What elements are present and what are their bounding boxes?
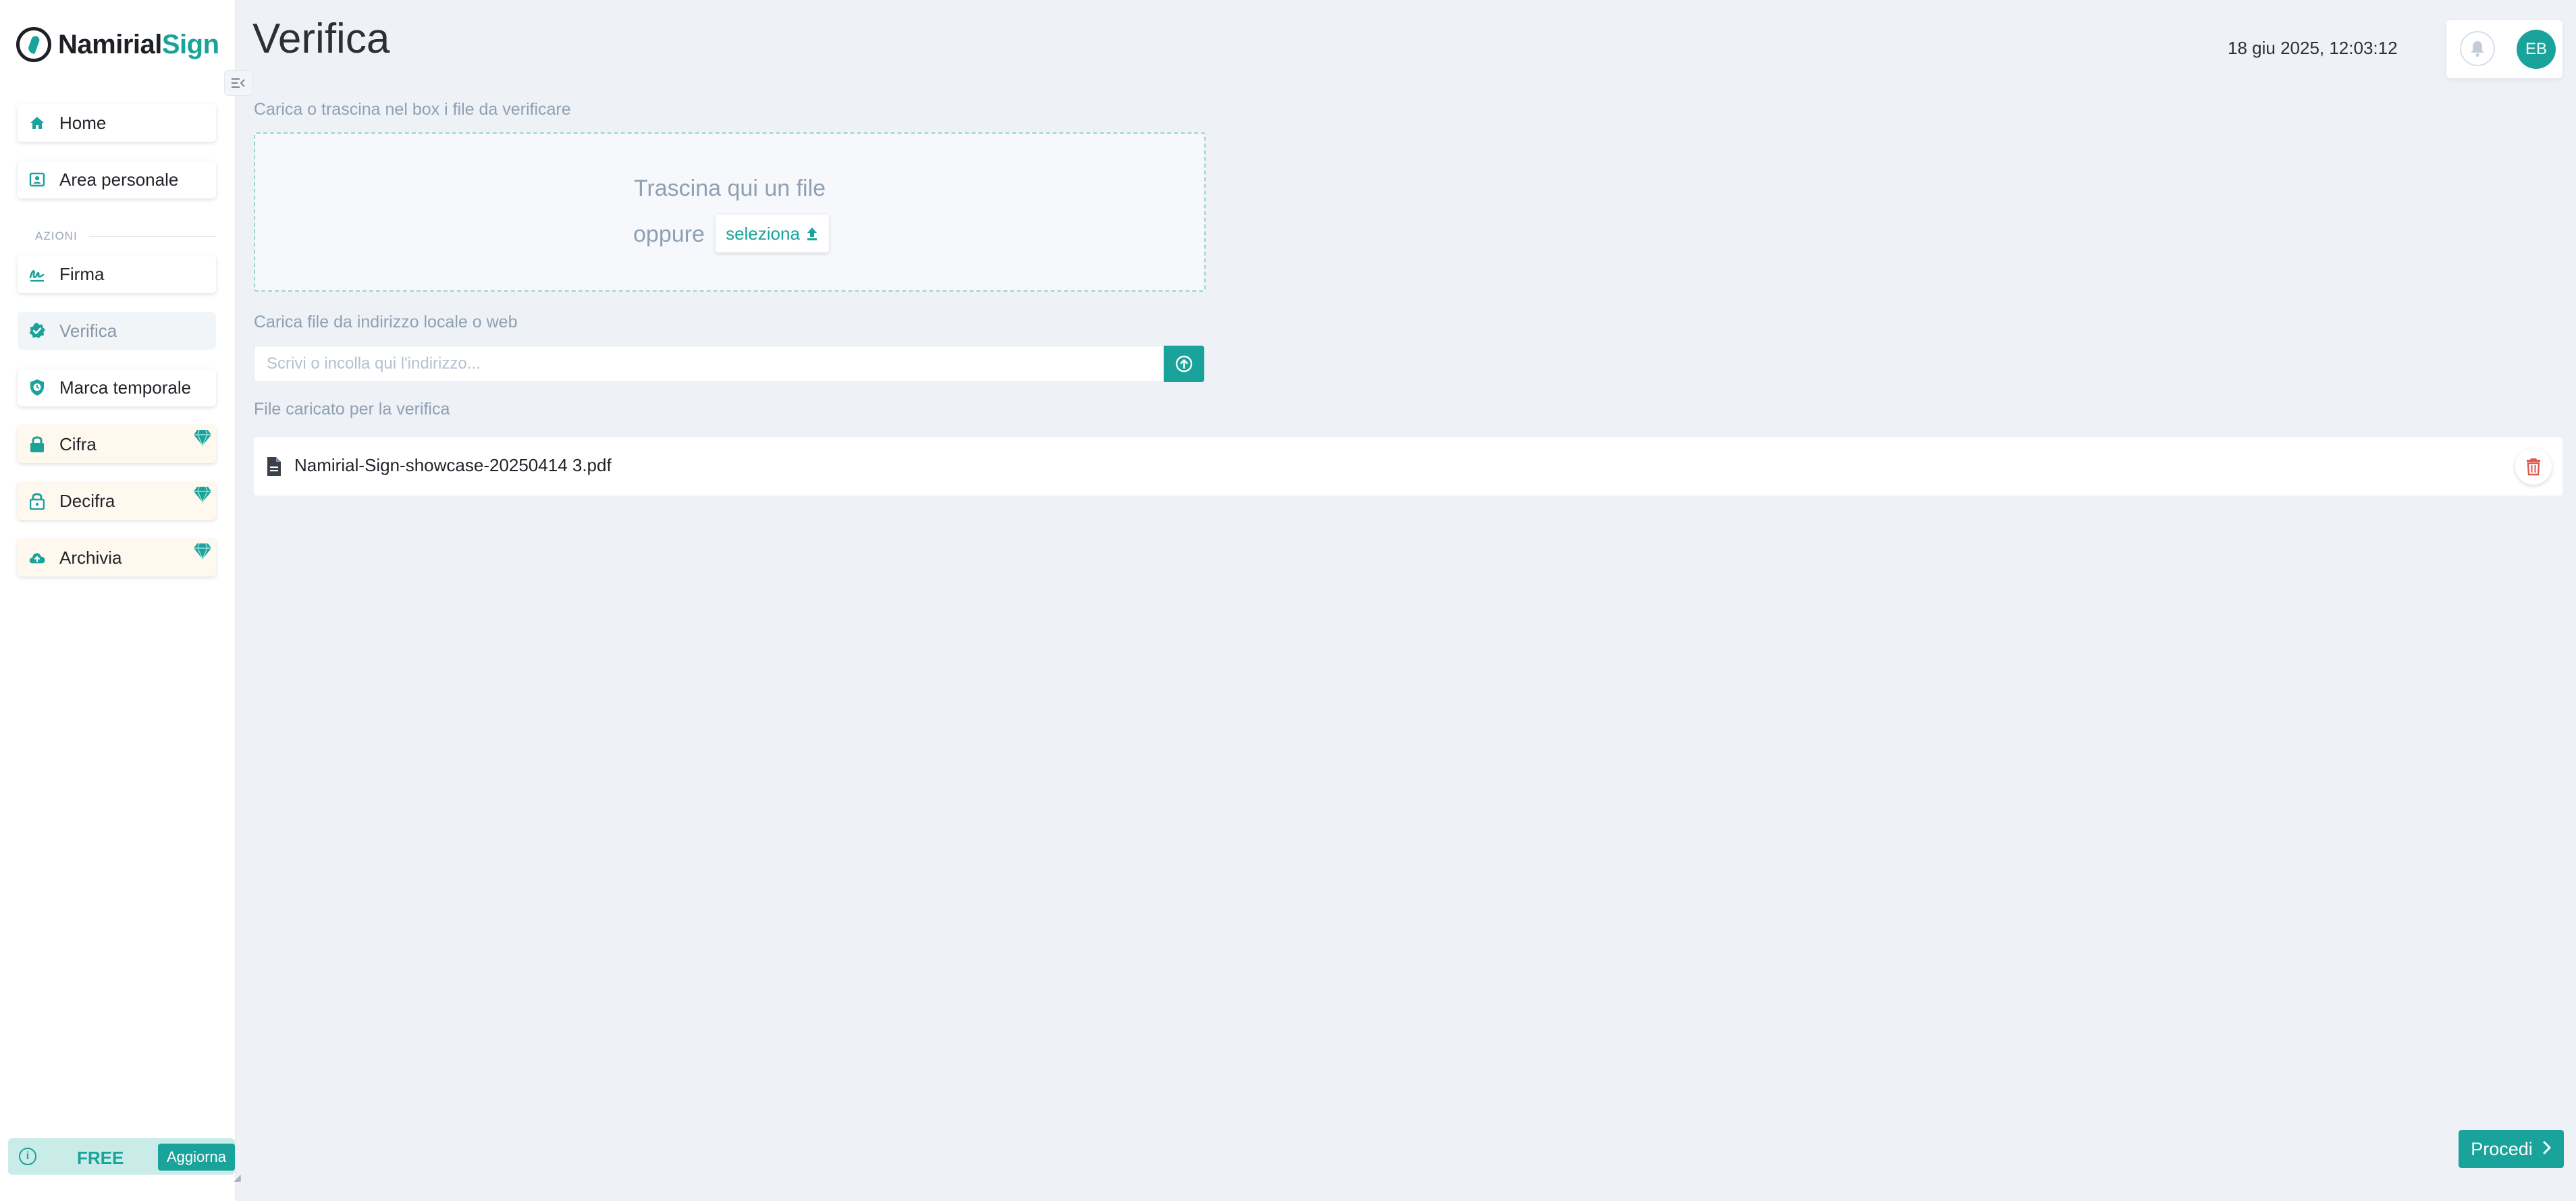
- app-logo[interactable]: NamirialSign: [16, 24, 219, 65]
- logo-mark-icon: [16, 27, 51, 62]
- dropzone-or-text: oppure: [633, 221, 705, 247]
- upgrade-button[interactable]: Aggiorna: [158, 1144, 235, 1171]
- info-icon[interactable]: i: [19, 1148, 36, 1165]
- logo-text: NamirialSign: [58, 29, 219, 59]
- lock-icon: [28, 435, 46, 453]
- premium-gem-icon: [194, 429, 211, 447]
- avatar[interactable]: EB: [2517, 30, 2556, 69]
- sidebar-item-label: Decifra: [59, 490, 115, 511]
- sidebar-item-cifra[interactable]: Cifra: [18, 425, 216, 463]
- sidebar-item-label: Firma: [59, 263, 105, 284]
- proceed-button[interactable]: Procedi: [2459, 1130, 2564, 1168]
- sidebar-item-firma[interactable]: Firma: [18, 255, 216, 293]
- file-dropzone[interactable]: Trascina qui un file oppure seleziona: [254, 132, 1206, 292]
- shield-icon: [28, 379, 46, 396]
- dropzone-title: Trascina qui un file: [633, 176, 826, 201]
- bell-icon: [2471, 41, 2484, 57]
- section-divider: [89, 236, 216, 237]
- file-name: Namirial-Sign-showcase-20250414 3.pdf: [294, 455, 612, 475]
- plan-name: FREE: [77, 1148, 124, 1168]
- sidebar: NamirialSign Home Area personale AZIONI …: [0, 0, 241, 1201]
- delete-file-button[interactable]: [2515, 448, 2552, 485]
- cloud-upload-icon: [28, 549, 46, 566]
- id-card-icon: [28, 171, 46, 188]
- section-label-azioni: AZIONI: [35, 230, 78, 242]
- signature-icon: [28, 265, 46, 283]
- sidebar-collapse-button[interactable]: [224, 70, 252, 96]
- notification-button[interactable]: [2460, 31, 2495, 66]
- uploaded-file-row: Namirial-Sign-showcase-20250414 3.pdf: [254, 437, 2562, 496]
- sidebar-item-label: Archivia: [59, 547, 122, 568]
- uploaded-file-label: File caricato per la verifica: [254, 400, 450, 419]
- sidebar-item-archivia[interactable]: Archivia: [18, 539, 216, 577]
- sidebar-collapse-icon: [232, 78, 245, 88]
- sidebar-item-decifra[interactable]: Decifra: [18, 482, 216, 520]
- file-icon: [267, 457, 281, 476]
- badge-check-icon: [28, 322, 46, 340]
- sidebar-item-label: Home: [59, 112, 107, 133]
- sidebar-item-home[interactable]: Home: [18, 104, 216, 142]
- url-submit-button[interactable]: [1164, 346, 1204, 382]
- sidebar-item-verifica[interactable]: Verifica: [18, 312, 216, 350]
- plan-bar: i FREE Aggiorna: [8, 1138, 235, 1175]
- trash-icon: [2527, 458, 2540, 476]
- user-toolbar: EB: [2446, 20, 2562, 78]
- page-title: Verifica: [252, 16, 390, 62]
- premium-gem-icon: [194, 486, 211, 504]
- resize-grip-icon[interactable]: ◢: [234, 1172, 243, 1183]
- home-icon: [28, 114, 46, 132]
- sidebar-item-label: Cifra: [59, 433, 97, 454]
- url-input[interactable]: [254, 346, 1164, 382]
- datetime: 18 giu 2025, 12:03:12: [2228, 38, 2398, 58]
- proceed-label: Procedi: [2471, 1138, 2533, 1159]
- upload-label: Carica o trascina nel box i file da veri…: [254, 100, 571, 119]
- sidebar-item-label: Area personale: [59, 169, 179, 190]
- select-file-label: seleziona: [726, 223, 800, 244]
- premium-gem-icon: [194, 543, 211, 560]
- select-file-button[interactable]: seleziona: [716, 215, 829, 252]
- sidebar-item-label: Marca temporale: [59, 377, 192, 398]
- upload-icon: [807, 228, 817, 240]
- sidebar-item-marca-temporale[interactable]: Marca temporale: [18, 369, 216, 406]
- unlock-icon: [28, 492, 46, 510]
- arrow-circle-up-icon: [1175, 355, 1193, 373]
- sidebar-item-label: Verifica: [59, 320, 117, 341]
- url-upload-label: Carica file da indirizzo locale o web: [254, 313, 518, 331]
- chevron-right-icon: [2542, 1139, 2552, 1160]
- sidebar-item-area-personale[interactable]: Area personale: [18, 161, 216, 198]
